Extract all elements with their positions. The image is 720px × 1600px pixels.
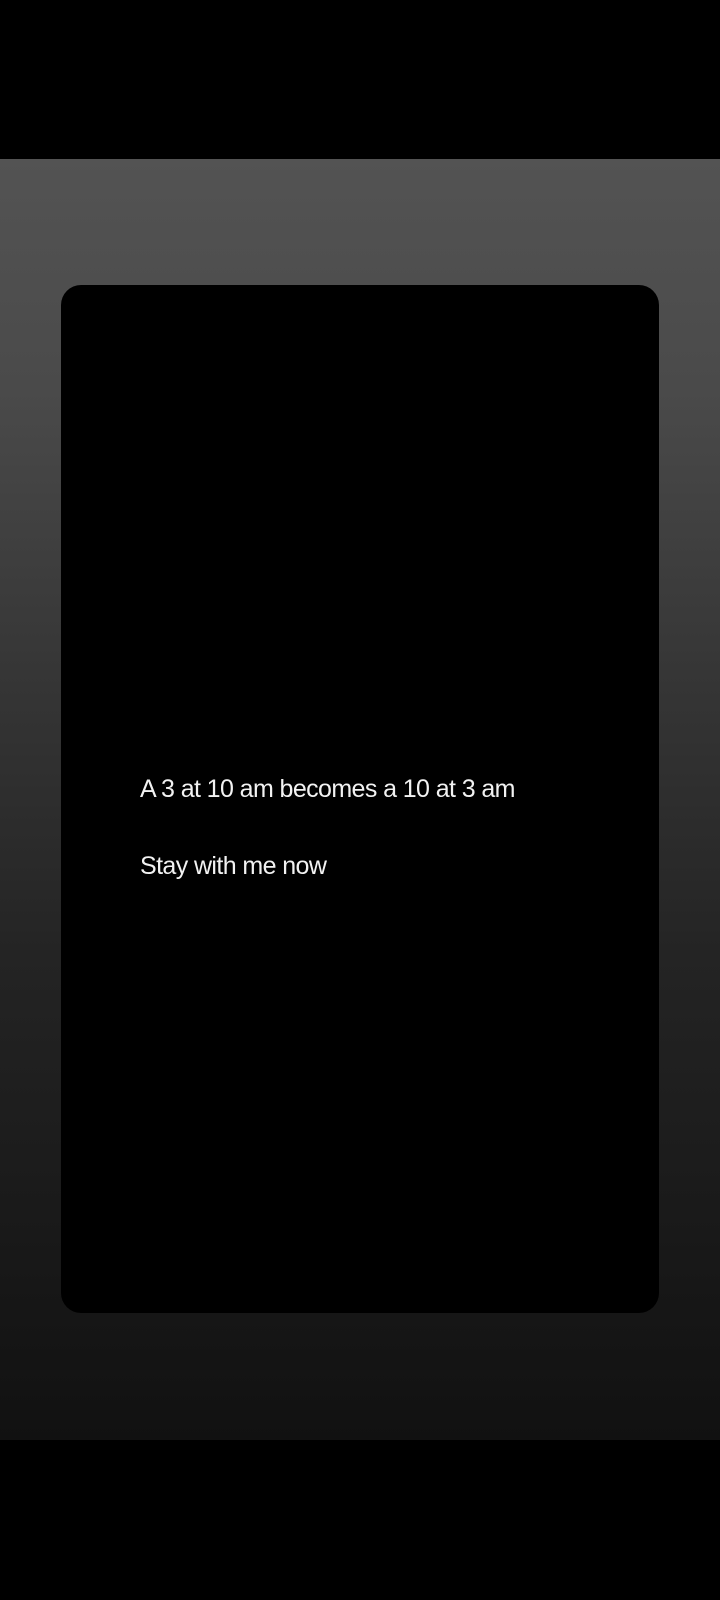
story-card: A 3 at 10 am becomes a 10 at 3 am Stay w…: [61, 285, 659, 1313]
note-text-line-1: A 3 at 10 am becomes a 10 at 3 am: [140, 775, 515, 803]
top-black-bar: [0, 0, 720, 159]
screenshot-screen: A 3 at 10 am becomes a 10 at 3 am Stay w…: [0, 0, 720, 1600]
bottom-black-bar: [0, 1440, 720, 1600]
note-text-line-2: Stay with me now: [140, 852, 327, 880]
